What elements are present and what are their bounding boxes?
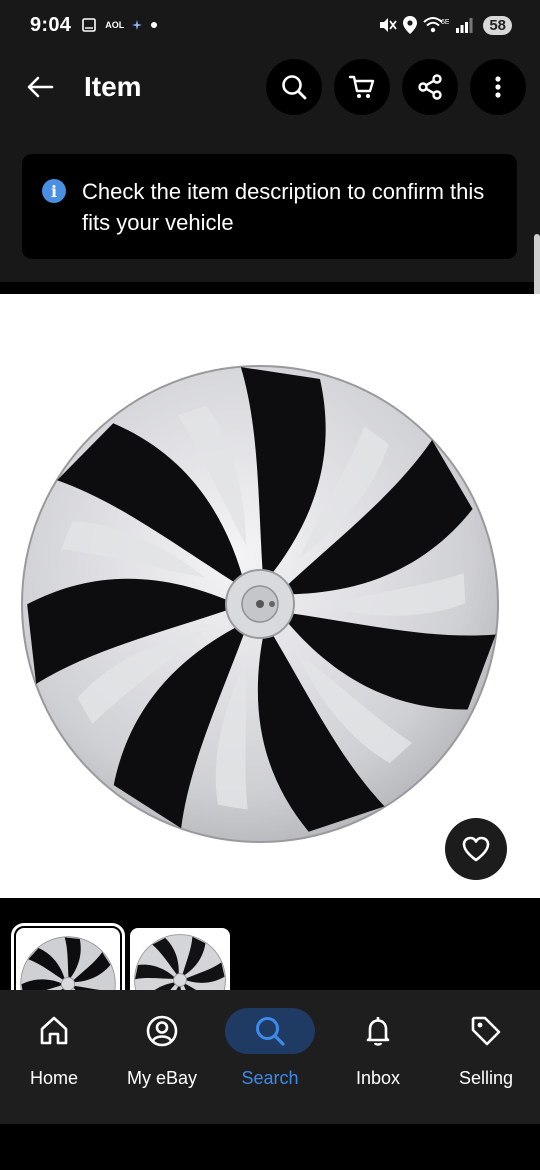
tag-icon bbox=[471, 1016, 501, 1046]
heart-icon bbox=[462, 836, 490, 862]
share-button[interactable] bbox=[402, 59, 458, 115]
battery-indicator: 58 bbox=[483, 15, 512, 35]
thumbnail-1[interactable] bbox=[11, 923, 125, 995]
nav-label: My eBay bbox=[126, 1068, 198, 1088]
home-icon bbox=[40, 1016, 68, 1045]
hubcap-thumbnail bbox=[20, 936, 116, 990]
notice-section: i Check the item description to confirm … bbox=[0, 124, 540, 282]
cart-button[interactable] bbox=[334, 59, 390, 115]
location-icon bbox=[403, 16, 418, 34]
hubcap-image bbox=[21, 365, 499, 843]
nav-my-ebay[interactable]: My eBay bbox=[108, 990, 216, 1124]
back-button[interactable] bbox=[24, 71, 56, 103]
aol-icon: AOL bbox=[105, 20, 125, 30]
svg-text:6E: 6E bbox=[441, 19, 449, 26]
thumbnail-strip bbox=[0, 898, 540, 995]
user-icon bbox=[146, 1015, 178, 1047]
app-header: Item bbox=[0, 50, 540, 124]
nav-label: Inbox bbox=[355, 1068, 401, 1088]
search-icon bbox=[256, 1017, 285, 1046]
fitment-notice: i Check the item description to confirm … bbox=[22, 154, 517, 259]
nav-label: Selling bbox=[458, 1068, 514, 1088]
nav-search[interactable]: Search bbox=[216, 990, 324, 1124]
more-icon bbox=[495, 76, 501, 98]
nav-inbox[interactable]: Inbox bbox=[324, 990, 432, 1124]
nav-label: Home bbox=[29, 1068, 78, 1088]
cart-icon bbox=[348, 75, 375, 98]
notice-text: Check the item description to confirm th… bbox=[82, 179, 485, 235]
sparkle-icon bbox=[132, 20, 143, 30]
info-icon: i bbox=[42, 179, 66, 203]
mute-icon bbox=[377, 16, 398, 34]
signal-icon bbox=[455, 17, 473, 33]
wifi-icon: 6E bbox=[423, 16, 449, 34]
gesture-bar bbox=[0, 1124, 540, 1170]
bell-icon bbox=[366, 1017, 390, 1046]
nav-label: Search bbox=[241, 1068, 299, 1088]
hubcap-thumbnail bbox=[134, 934, 226, 990]
image-gallery[interactable] bbox=[0, 294, 540, 898]
favorite-button[interactable] bbox=[445, 818, 507, 880]
dot-icon bbox=[150, 21, 158, 29]
thumbnail-2[interactable] bbox=[130, 928, 230, 990]
page-title: Item bbox=[84, 71, 142, 102]
screen-icon bbox=[81, 17, 97, 33]
search-button[interactable] bbox=[266, 59, 322, 115]
bottom-navigation: Home My eBay Search Inbox Selling bbox=[0, 990, 540, 1124]
search-icon bbox=[282, 75, 307, 100]
arrow-left-icon bbox=[27, 76, 54, 98]
share-icon bbox=[418, 74, 442, 100]
nav-home[interactable]: Home bbox=[0, 990, 108, 1124]
nav-selling[interactable]: Selling bbox=[432, 990, 540, 1124]
status-bar: 9:04 AOL 6E 58 bbox=[0, 0, 540, 50]
more-button[interactable] bbox=[470, 59, 526, 115]
status-time: 9:04 bbox=[30, 13, 72, 36]
